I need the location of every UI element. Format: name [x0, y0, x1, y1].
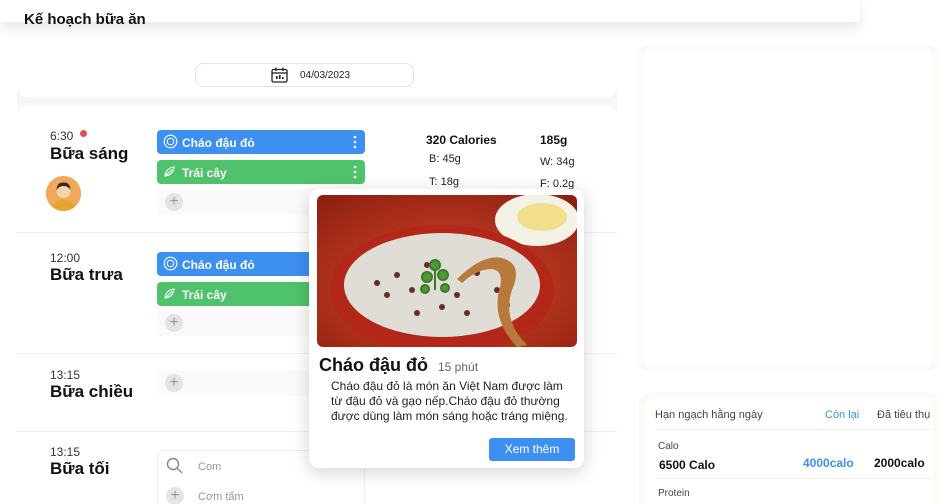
weight-total: 185g — [540, 133, 568, 147]
add-food-button[interactable]: + — [165, 374, 183, 392]
calendar-icon — [271, 67, 288, 83]
see-more-button[interactable]: Xem thêm — [489, 438, 575, 461]
meal-time: 13:15 — [50, 445, 81, 459]
quota-row-label: Protein — [658, 488, 690, 499]
quota-col-remaining: Còn lại — [825, 409, 860, 421]
quota-total: 6500 Calo — [659, 458, 716, 472]
suggestion-item[interactable]: Com — [198, 461, 221, 473]
page-title: Kế hoạch bữa ăn — [24, 11, 146, 28]
food-item-label: Trái cây — [182, 166, 227, 180]
bowl-icon — [163, 256, 178, 271]
side-panel — [637, 44, 939, 372]
avatar[interactable] — [46, 176, 81, 211]
meal-time: 13:15 — [50, 368, 81, 382]
stat-b: B: 45g — [429, 153, 461, 165]
status-dot — [80, 130, 87, 137]
fruit-icon — [164, 166, 175, 177]
add-suggestion-button[interactable]: + — [166, 487, 184, 504]
date-text: 04/03/2023 — [300, 70, 351, 81]
quota-header: Hạn ngạch hằng ngày — [655, 409, 763, 421]
suggestion-item[interactable]: Cơm tấm — [198, 491, 244, 503]
divider — [657, 478, 933, 479]
quota-consumed: 2000calo — [874, 456, 925, 470]
more-options-icon[interactable] — [353, 134, 357, 150]
stat-t: T: 18g — [429, 176, 459, 188]
food-item-label: Trái cây — [182, 288, 227, 302]
search-icon — [166, 457, 183, 474]
meal-time: 12:00 — [50, 251, 81, 265]
daily-quota-panel: Hạn ngạch hằng ngày Còn lại Đã tiêu thụ … — [639, 392, 939, 504]
food-item-label: Cháo đậu đỏ — [182, 136, 255, 150]
side-panel-content — [643, 50, 933, 366]
daily-quota-content: Hạn ngạch hằng ngày Còn lại Đã tiêu thụ … — [645, 398, 933, 504]
food-item-chao-dau-do[interactable]: Cháo đậu đỏ — [157, 130, 365, 154]
more-options-icon[interactable] — [353, 164, 357, 180]
meal-name: Bữa trưa — [50, 265, 123, 284]
meal-time: 6:30 — [50, 129, 74, 143]
quota-remaining: 4000calo — [803, 456, 854, 470]
popup-title: Cháo đậu đỏ — [319, 355, 428, 375]
meal-name: Bữa chiều — [50, 382, 134, 401]
date-bar: 04/03/2023 — [17, 49, 617, 97]
divider — [657, 429, 933, 430]
bowl-icon — [163, 134, 178, 149]
calories-total: 320 Calories — [426, 133, 497, 147]
food-item-trai-cay[interactable]: Trái cây — [157, 160, 365, 184]
fruit-icon — [164, 288, 175, 299]
meal-name: Bữa sáng — [50, 144, 129, 163]
food-image — [317, 195, 577, 347]
food-item-label: Cháo đậu đỏ — [182, 258, 255, 272]
quota-col-consumed: Đã tiêu thụ — [877, 409, 931, 421]
meal-name: Bữa tối — [50, 459, 110, 478]
add-food-button[interactable]: + — [165, 193, 183, 211]
popup-description: Cháo đậu đỏ là món ăn Việt Nam được làm … — [331, 379, 568, 423]
add-food-button[interactable]: + — [165, 314, 183, 332]
date-picker[interactable]: 04/03/2023 — [195, 63, 414, 87]
cook-time: 15 phút — [438, 360, 479, 374]
stat-w: W: 34g — [540, 156, 575, 168]
quota-row-label: Calo — [658, 441, 679, 452]
food-detail-popup: Cháo đậu đỏ 15 phút Cháo đậu đỏ là món ă… — [309, 189, 584, 468]
